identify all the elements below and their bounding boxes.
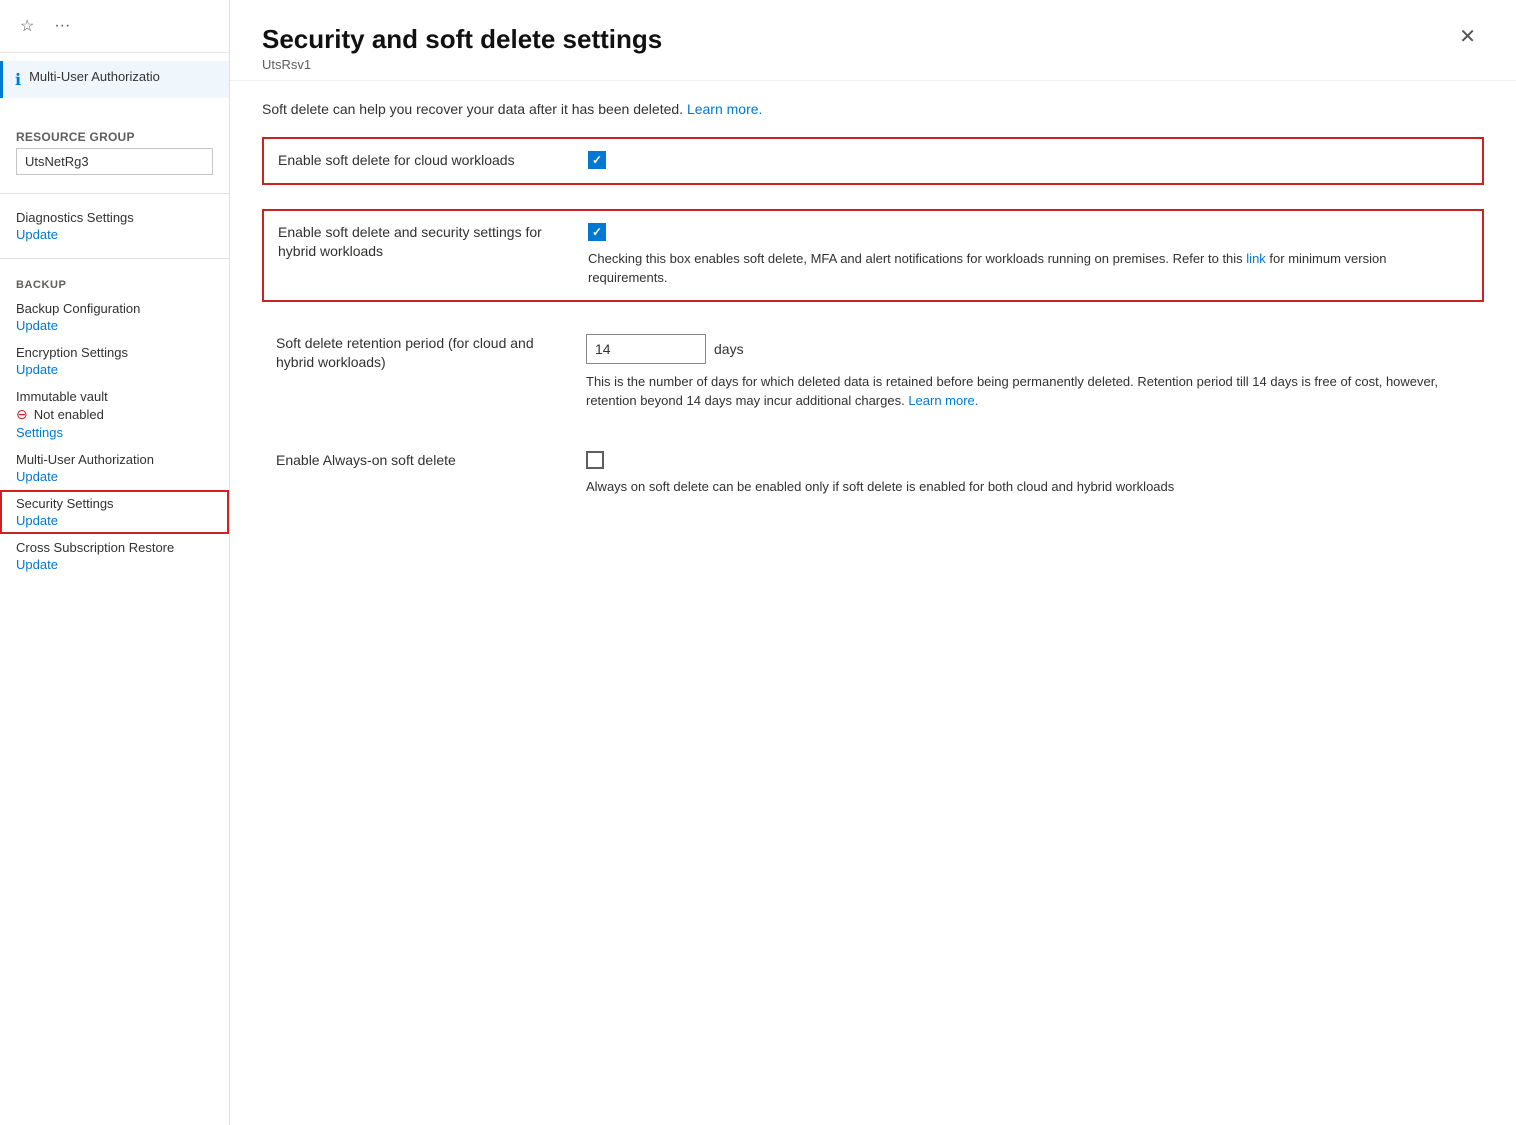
backup-section-title: BACKUP bbox=[0, 269, 229, 295]
immutable-label: Immutable vault bbox=[16, 389, 213, 404]
diagnostics-label: Diagnostics Settings bbox=[16, 210, 213, 225]
encryption-label: Encryption Settings bbox=[16, 345, 213, 360]
setting-row-retention: Soft delete retention period (for cloud … bbox=[262, 326, 1484, 419]
sidebar-item-security-settings: Security Settings Update bbox=[0, 490, 229, 534]
cloud-workloads-checkbox[interactable]: ✓ bbox=[588, 151, 606, 169]
resource-group-section: Resource group UtsNetRg3 bbox=[0, 106, 229, 183]
learn-more-link-intro[interactable]: Learn more. bbox=[687, 101, 762, 117]
sidebar-divider-2 bbox=[0, 258, 229, 259]
not-enabled-icon: ⊖ bbox=[16, 406, 28, 423]
setting-row-cloud-workloads: Enable soft delete for cloud workloads ✓ bbox=[262, 137, 1484, 185]
panel-title-block: Security and soft delete settings UtsRsv… bbox=[262, 24, 662, 72]
backup-config-update-link[interactable]: Update bbox=[16, 318, 213, 333]
hybrid-workloads-checkmark: ✓ bbox=[592, 226, 602, 238]
always-on-checkbox[interactable] bbox=[586, 451, 604, 469]
cloud-workloads-label: Enable soft delete for cloud workloads bbox=[278, 151, 588, 171]
panel-content: Soft delete can help you recover your da… bbox=[230, 81, 1516, 1125]
panel-header: Security and soft delete settings UtsRsv… bbox=[230, 0, 1516, 81]
cloud-workloads-checkmark: ✓ bbox=[592, 154, 602, 166]
immutable-settings-link[interactable]: Settings bbox=[16, 425, 213, 440]
more-button[interactable]: ··· bbox=[50, 15, 74, 37]
hybrid-workloads-check-row: ✓ bbox=[588, 223, 1468, 241]
info-icon: ℹ bbox=[15, 70, 21, 90]
close-button[interactable]: ✕ bbox=[1451, 20, 1484, 53]
cloud-workloads-check-row: ✓ bbox=[588, 151, 1468, 169]
always-on-check-row bbox=[586, 451, 1470, 469]
encryption-update-link[interactable]: Update bbox=[16, 362, 213, 377]
intro-text: Soft delete can help you recover your da… bbox=[262, 101, 1484, 117]
diagnostics-update-link[interactable]: Update bbox=[16, 227, 213, 242]
panel-title: Security and soft delete settings bbox=[262, 24, 662, 55]
sidebar-item-backup-config: Backup Configuration Update bbox=[0, 295, 229, 339]
multi-user-update-link[interactable]: Update bbox=[16, 469, 213, 484]
retention-learn-more-link[interactable]: Learn more. bbox=[908, 393, 978, 408]
panel-subtitle: UtsRsv1 bbox=[262, 57, 662, 72]
setting-row-hybrid-workloads: Enable soft delete and security settings… bbox=[262, 209, 1484, 302]
always-on-description: Always on soft delete can be enabled onl… bbox=[586, 477, 1470, 497]
retention-input[interactable] bbox=[586, 334, 706, 364]
cross-sub-update-link[interactable]: Update bbox=[16, 557, 213, 572]
immutable-status: ⊖ Not enabled bbox=[16, 406, 213, 423]
retention-label: Soft delete retention period (for cloud … bbox=[276, 334, 586, 373]
main-panel: Security and soft delete settings UtsRsv… bbox=[230, 0, 1516, 1125]
always-on-label: Enable Always-on soft delete bbox=[276, 451, 586, 471]
security-settings-update-link[interactable]: Update bbox=[16, 513, 213, 528]
notification-banner: ℹ Multi-User Authorizatio bbox=[0, 61, 229, 98]
retention-control: days This is the number of days for whic… bbox=[586, 334, 1470, 411]
setting-row-always-on: Enable Always-on soft delete Always on s… bbox=[262, 443, 1484, 505]
resource-group-label: Resource group bbox=[16, 130, 213, 144]
sidebar-item-immutable: Immutable vault ⊖ Not enabled Settings bbox=[0, 383, 229, 446]
cross-sub-label: Cross Subscription Restore bbox=[16, 540, 213, 555]
security-settings-label: Security Settings bbox=[16, 496, 213, 511]
retention-description: This is the number of days for which del… bbox=[586, 372, 1470, 411]
hybrid-workloads-control: ✓ Checking this box enables soft delete,… bbox=[588, 223, 1468, 288]
hybrid-workloads-description: Checking this box enables soft delete, M… bbox=[588, 249, 1468, 288]
immutable-status-text: Not enabled bbox=[34, 407, 104, 422]
hybrid-workloads-label: Enable soft delete and security settings… bbox=[278, 223, 588, 262]
notification-text: Multi-User Authorizatio bbox=[29, 69, 160, 84]
sidebar: ☆ ··· ℹ Multi-User Authorizatio Resource… bbox=[0, 0, 230, 1125]
sidebar-divider-1 bbox=[0, 193, 229, 194]
multi-user-label: Multi-User Authorization bbox=[16, 452, 213, 467]
sidebar-item-encryption: Encryption Settings Update bbox=[0, 339, 229, 383]
sidebar-item-diagnostics: Diagnostics Settings Update bbox=[0, 204, 229, 248]
hybrid-workloads-checkbox[interactable]: ✓ bbox=[588, 223, 606, 241]
backup-config-label: Backup Configuration bbox=[16, 301, 213, 316]
retention-input-row: days bbox=[586, 334, 1470, 364]
always-on-control: Always on soft delete can be enabled onl… bbox=[586, 451, 1470, 497]
star-button[interactable]: ☆ bbox=[16, 14, 38, 38]
hybrid-link[interactable]: link bbox=[1246, 251, 1266, 266]
retention-suffix: days bbox=[714, 341, 744, 357]
sidebar-item-multi-user: Multi-User Authorization Update bbox=[0, 446, 229, 490]
cloud-workloads-control: ✓ bbox=[588, 151, 1468, 169]
sidebar-top-bar: ☆ ··· bbox=[0, 0, 229, 53]
resource-group-value: UtsNetRg3 bbox=[16, 148, 213, 175]
sidebar-item-cross-sub: Cross Subscription Restore Update bbox=[0, 534, 229, 578]
